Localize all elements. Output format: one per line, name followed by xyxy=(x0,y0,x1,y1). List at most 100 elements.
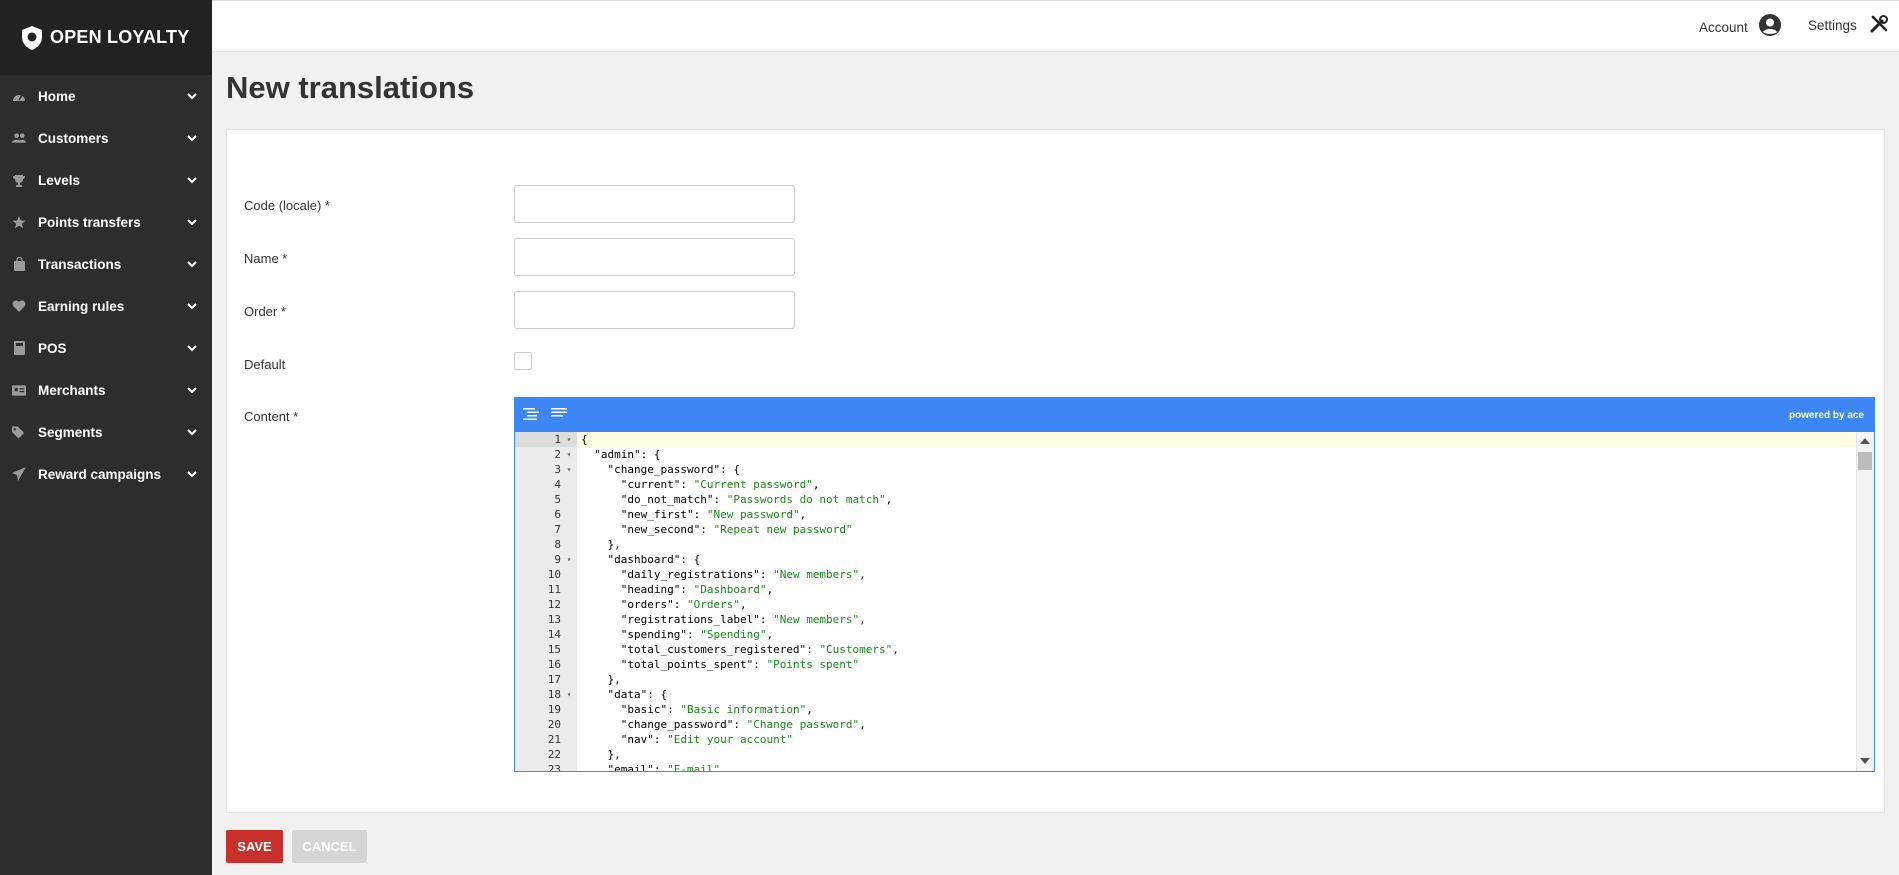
code-line[interactable]: 15 "total_customers_registered": "Custom… xyxy=(515,642,1856,657)
chevron-down-icon[interactable] xyxy=(186,216,198,228)
chevron-down-icon[interactable] xyxy=(186,426,198,438)
chevron-down-icon[interactable] xyxy=(186,468,198,480)
sidebar-item-earning-rules[interactable]: Earning rules xyxy=(0,285,212,327)
code-line[interactable]: 16 "total_points_spent": "Points spent" xyxy=(515,657,1856,672)
sidebar-item-label: Points transfers xyxy=(38,214,141,230)
fold-arrow-icon[interactable]: ▾ xyxy=(561,447,577,462)
line-code: "spending": "Spending", xyxy=(620,628,774,641)
code-line[interactable]: 8 }, xyxy=(515,537,1856,552)
fold-arrow-icon[interactable]: ▾ xyxy=(561,687,577,702)
id-card-icon xyxy=(12,383,26,397)
line-number: 1 xyxy=(554,433,561,446)
fold-arrow-icon[interactable]: ▾ xyxy=(561,552,577,567)
code-line[interactable]: 5 "do_not_match": "Passwords do not matc… xyxy=(515,492,1856,507)
sidebar-nav: Home Customers Levels Points transfers Trans… xyxy=(0,75,212,495)
chevron-down-icon[interactable] xyxy=(186,174,198,186)
cancel-button[interactable]: CANCEL xyxy=(292,830,367,863)
code-line[interactable]: 1 ▾ { xyxy=(515,432,1856,447)
line-number: 6 xyxy=(554,508,561,521)
brand-logo[interactable]: OPEN LOYALTY xyxy=(0,0,212,75)
fold-arrow-icon[interactable]: ▾ xyxy=(561,462,577,477)
scroll-down-arrow-icon[interactable] xyxy=(1860,758,1870,764)
name-label: Name * xyxy=(244,251,288,266)
save-button[interactable]: SAVE xyxy=(226,830,283,863)
sidebar-item-transactions[interactable]: Transactions xyxy=(0,243,212,285)
sidebar-item-levels[interactable]: Levels xyxy=(0,159,212,201)
settings-link[interactable]: Settings xyxy=(1808,15,1889,34)
scroll-up-arrow-icon[interactable] xyxy=(1860,438,1870,444)
chevron-down-icon[interactable] xyxy=(186,300,198,312)
code-line[interactable]: 13 "registrations_label": "New members", xyxy=(515,612,1856,627)
code-line[interactable]: 23 "email": "E-mail", xyxy=(515,762,1856,772)
line-code: "nav": "Edit your account" xyxy=(620,733,793,746)
line-code: "daily_registrations": "New members", xyxy=(620,568,866,581)
code-line[interactable]: 11 "heading": "Dashboard", xyxy=(515,582,1856,597)
code-line[interactable]: 9 ▾ "dashboard": { xyxy=(515,552,1856,567)
code-line[interactable]: 3 ▾ "change_password": { xyxy=(515,462,1856,477)
chevron-down-icon[interactable] xyxy=(186,90,198,102)
pos-terminal-icon xyxy=(12,341,26,355)
code-line[interactable]: 21 "nav": "Edit your account" xyxy=(515,732,1856,747)
settings-label: Settings xyxy=(1808,18,1857,33)
line-code: "dashboard": { xyxy=(607,553,701,566)
chevron-down-icon[interactable] xyxy=(186,384,198,396)
compact-json-button[interactable] xyxy=(551,407,569,421)
code-line[interactable]: 10 "daily_registrations": "New members", xyxy=(515,567,1856,582)
code-line[interactable]: 19 "basic": "Basic information", xyxy=(515,702,1856,717)
sidebar-item-segments[interactable]: Segments xyxy=(0,411,212,453)
account-label: Account xyxy=(1699,19,1748,35)
json-editor[interactable]: powered by ace 1 ▾{2 ▾ "admin": {3 ▾ "chang… xyxy=(514,397,1875,772)
shield-logo-icon xyxy=(22,25,42,50)
editor-body[interactable]: 1 ▾{2 ▾ "admin": {3 ▾ "change_password": {4… xyxy=(515,432,1874,772)
code-line[interactable]: 12 "orders": "Orders", xyxy=(515,597,1856,612)
line-number: 19 xyxy=(547,703,561,716)
code-line[interactable]: 22 }, xyxy=(515,747,1856,762)
sidebar-item-home[interactable]: Home xyxy=(0,75,212,117)
shopping-bag-icon xyxy=(12,257,26,271)
sidebar-item-pos[interactable]: POS xyxy=(0,327,212,369)
sidebar-item-points-transfers[interactable]: Points transfers xyxy=(0,201,212,243)
line-code: "heading": "Dashboard", xyxy=(620,583,774,596)
code-line[interactable]: 20 "change_password": "Change password", xyxy=(515,717,1856,732)
code-input[interactable] xyxy=(514,185,795,223)
account-link[interactable]: Account xyxy=(1699,14,1782,37)
chevron-down-icon[interactable] xyxy=(186,132,198,144)
default-label: Default xyxy=(244,357,286,372)
line-number: 8 xyxy=(554,538,561,551)
format-json-button[interactable] xyxy=(523,407,541,421)
code-line[interactable]: 2 ▾ "admin": { xyxy=(515,447,1856,462)
sidebar-item-label: Home xyxy=(38,88,76,104)
fold-arrow-icon[interactable]: ▾ xyxy=(561,432,577,447)
order-input[interactable] xyxy=(514,291,795,329)
name-input[interactable] xyxy=(514,238,795,276)
code-line[interactable]: 6 "new_first": "New password", xyxy=(515,507,1856,522)
code-line[interactable]: 17 }, xyxy=(515,672,1856,687)
heart-icon xyxy=(12,299,26,313)
editor-scrollbar[interactable] xyxy=(1856,432,1874,771)
chevron-down-icon[interactable] xyxy=(186,258,198,270)
line-code: }, xyxy=(581,673,621,686)
sidebar-item-customers[interactable]: Customers xyxy=(0,117,212,159)
editor-lines[interactable]: 1 ▾{2 ▾ "admin": {3 ▾ "change_password": {4… xyxy=(515,432,1856,772)
top-bar: Account Settings xyxy=(212,0,1899,52)
line-code: }, xyxy=(581,538,621,551)
chevron-down-icon[interactable] xyxy=(186,342,198,354)
code-line[interactable]: 4 "current": "Current password", xyxy=(515,477,1856,492)
scroll-thumb[interactable] xyxy=(1858,452,1872,470)
sidebar-item-reward-campaigns[interactable]: Reward campaigns xyxy=(0,453,212,495)
sidebar-item-merchants[interactable]: Merchants xyxy=(0,369,212,411)
default-checkbox[interactable] xyxy=(514,352,532,370)
code-line[interactable]: 18 ▾ "data": { xyxy=(515,687,1856,702)
line-number: 5 xyxy=(554,493,561,506)
compact-icon xyxy=(551,408,567,417)
line-number: 23 xyxy=(547,763,561,772)
code-line[interactable]: 7 "new_second": "Repeat new password" xyxy=(515,522,1856,537)
line-number: 17 xyxy=(547,673,561,686)
code-line[interactable]: 14 "spending": "Spending", xyxy=(515,627,1856,642)
